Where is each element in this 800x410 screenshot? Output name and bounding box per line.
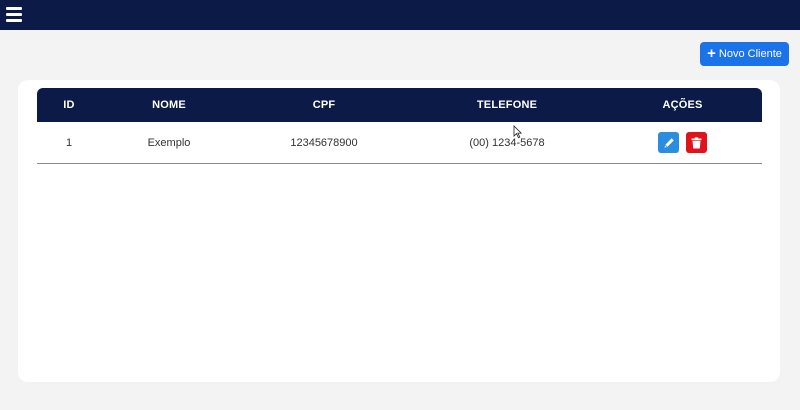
column-header-id: ID bbox=[63, 99, 75, 111]
clients-card: ID NOME CPF TELEFONE AÇÕES 1 Exemplo 123… bbox=[18, 80, 780, 382]
table-header: ID NOME CPF TELEFONE AÇÕES bbox=[37, 88, 762, 122]
column-header-acoes: AÇÕES bbox=[662, 99, 703, 111]
cell-nome: Exemplo bbox=[147, 136, 191, 149]
hamburger-menu-icon[interactable] bbox=[6, 6, 22, 22]
plus-icon: + bbox=[707, 45, 716, 62]
pencil-icon bbox=[664, 137, 674, 148]
mouse-cursor-icon bbox=[513, 125, 523, 139]
delete-button[interactable] bbox=[686, 132, 707, 153]
column-header-cpf: CPF bbox=[312, 99, 336, 111]
cell-cpf: 12345678900 bbox=[290, 136, 358, 149]
trash-icon bbox=[691, 136, 702, 148]
table-row: 1 Exemplo 12345678900 (00) 1234-5678 bbox=[37, 122, 762, 164]
edit-button[interactable] bbox=[658, 132, 679, 153]
column-header-nome: NOME bbox=[152, 99, 186, 111]
column-header-telefone: TELEFONE bbox=[476, 99, 538, 111]
new-client-label: Novo Cliente bbox=[718, 48, 782, 60]
cell-actions bbox=[603, 132, 762, 153]
new-client-button[interactable]: + Novo Cliente bbox=[700, 42, 789, 66]
top-navbar bbox=[0, 0, 800, 30]
clients-table: ID NOME CPF TELEFONE AÇÕES 1 Exemplo 123… bbox=[37, 88, 762, 164]
cell-telefone: (00) 1234-5678 bbox=[469, 136, 545, 149]
cell-id: 1 bbox=[65, 136, 73, 149]
